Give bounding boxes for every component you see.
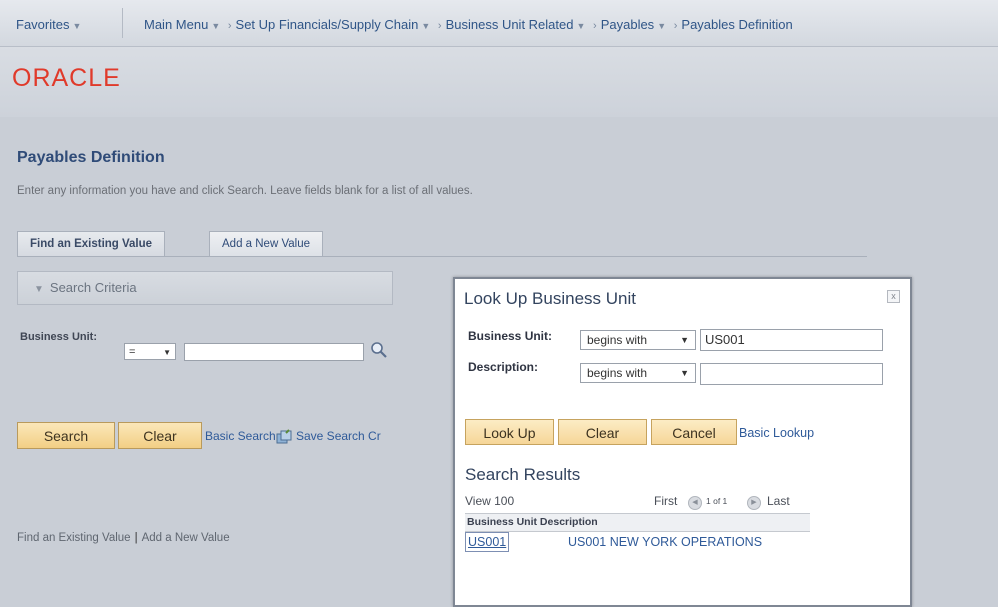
favorites-menu[interactable]: Favorites ▼ [16,17,81,32]
top-navigation-bar: Favorites ▼ Main Menu ▼ › Set Up Financials… [0,0,998,47]
lookup-business-unit-input[interactable]: US001 [700,329,883,351]
lookup-description-input[interactable] [700,363,883,385]
view-100-link[interactable]: View 100 [465,494,514,508]
row-range-text: 1 of 1 [706,496,728,506]
basic-search-link[interactable]: Basic Search [205,429,276,443]
breadcrumb-item-payables[interactable]: Payables [601,17,654,32]
instructions-text: Enter any information you have and click… [17,185,473,197]
first-link[interactable]: First [654,494,677,508]
chevron-down-icon[interactable]: ▼ [576,21,585,31]
breadcrumb-item-financials[interactable]: Set Up Financials/Supply Chain [236,17,419,32]
save-search-icon[interactable] [275,429,293,445]
lookup-magnifier-icon[interactable] [370,341,388,359]
collapse-triangle-icon[interactable]: ▼ [34,274,44,306]
footer-add-new-link[interactable]: Add a New Value [142,532,230,544]
page-title: Payables Definition [17,149,165,166]
search-criteria-label: Search Criteria [49,280,137,295]
lookup-description-label: Description: [468,360,539,374]
breadcrumb-item-business-unit[interactable]: Business Unit Related [446,17,574,32]
lookup-description-operator-select[interactable]: begins with ▼ [580,363,696,383]
grid-navigation: View 100 First ◀ 1 of 1 ▶ Last [465,493,810,511]
row-description-link[interactable]: US001 NEW YORK OPERATIONS [568,532,762,552]
chevron-down-icon[interactable]: ▼ [421,21,430,31]
search-criteria-header[interactable]: ▼ Search Criteria [17,271,393,305]
clear-button[interactable]: Clear [118,422,202,449]
breadcrumb-arrow-icon: › [593,20,597,32]
basic-lookup-link[interactable]: Basic Lookup [739,426,814,440]
breadcrumb-arrow-icon: › [437,20,442,32]
close-icon[interactable]: x [887,290,900,303]
dropdown-arrow-icon: ▼ [680,368,689,378]
save-search-criteria-link[interactable]: Save Search Cr [296,429,381,443]
breadcrumb-arrow-icon: › [227,20,232,32]
tab-add-new-value[interactable]: Add a New Value [209,231,324,256]
business-unit-input[interactable] [184,343,364,361]
last-link[interactable]: Last [767,494,790,508]
cancel-button[interactable]: Cancel [651,419,737,445]
breadcrumb: Main Menu ▼ › Set Up Financials/Supply Cha… [144,17,793,32]
dropdown-arrow-icon: ▼ [680,335,689,345]
business-unit-label: Business Unit: [20,331,98,343]
row-business-unit-link[interactable]: US001 [465,532,510,552]
dialog-title: Look Up Business Unit [464,289,636,308]
chevron-down-icon[interactable]: ▼ [72,21,81,31]
lookup-business-unit-operator-value: begins with [587,333,648,347]
search-button[interactable]: Search [17,422,115,449]
lookup-business-unit-label: Business Unit: [468,329,553,343]
footer-separator: | [134,532,138,544]
footer-links: Find an Existing Value | Add a New Value [17,532,230,544]
favorites-label[interactable]: Favorites [16,17,69,32]
grid-header: Business Unit Description [465,513,810,532]
look-up-button[interactable]: Look Up [465,419,554,445]
dropdown-arrow-icon: ▼ [163,348,171,357]
search-results-title: Search Results [465,465,581,484]
business-unit-operator-value: = [129,346,136,358]
logo-band: ORACLE [0,47,998,117]
chevron-down-icon[interactable]: ▼ [211,21,220,31]
search-results-grid: View 100 First ◀ 1 of 1 ▶ Last Business … [465,493,810,552]
tab-find-existing-value[interactable]: Find an Existing Value [17,231,166,256]
oracle-logo: ORACLE [12,64,121,92]
next-arrow-icon[interactable]: ▶ [747,496,761,510]
nav-divider [122,8,123,38]
breadcrumb-item-payables-definition[interactable]: Payables Definition [681,17,792,32]
tab-divider [17,256,867,257]
lookup-clear-button[interactable]: Clear [558,419,647,445]
table-row: US001 US001 NEW YORK OPERATIONS [465,532,810,552]
previous-arrow-icon[interactable]: ◀ [688,496,702,510]
chevron-down-icon[interactable]: ▼ [657,21,666,31]
lookup-description-operator-value: begins with [587,366,648,380]
footer-find-existing-link[interactable]: Find an Existing Value [17,532,131,544]
lookup-business-unit-dialog: Look Up Business Unit x Business Unit: b… [453,277,912,607]
breadcrumb-arrow-icon: › [673,20,678,32]
business-unit-operator-select[interactable]: = ▼ [124,343,176,360]
main-menu[interactable]: Main Menu [144,17,208,32]
lookup-business-unit-operator-select[interactable]: begins with ▼ [580,330,696,350]
